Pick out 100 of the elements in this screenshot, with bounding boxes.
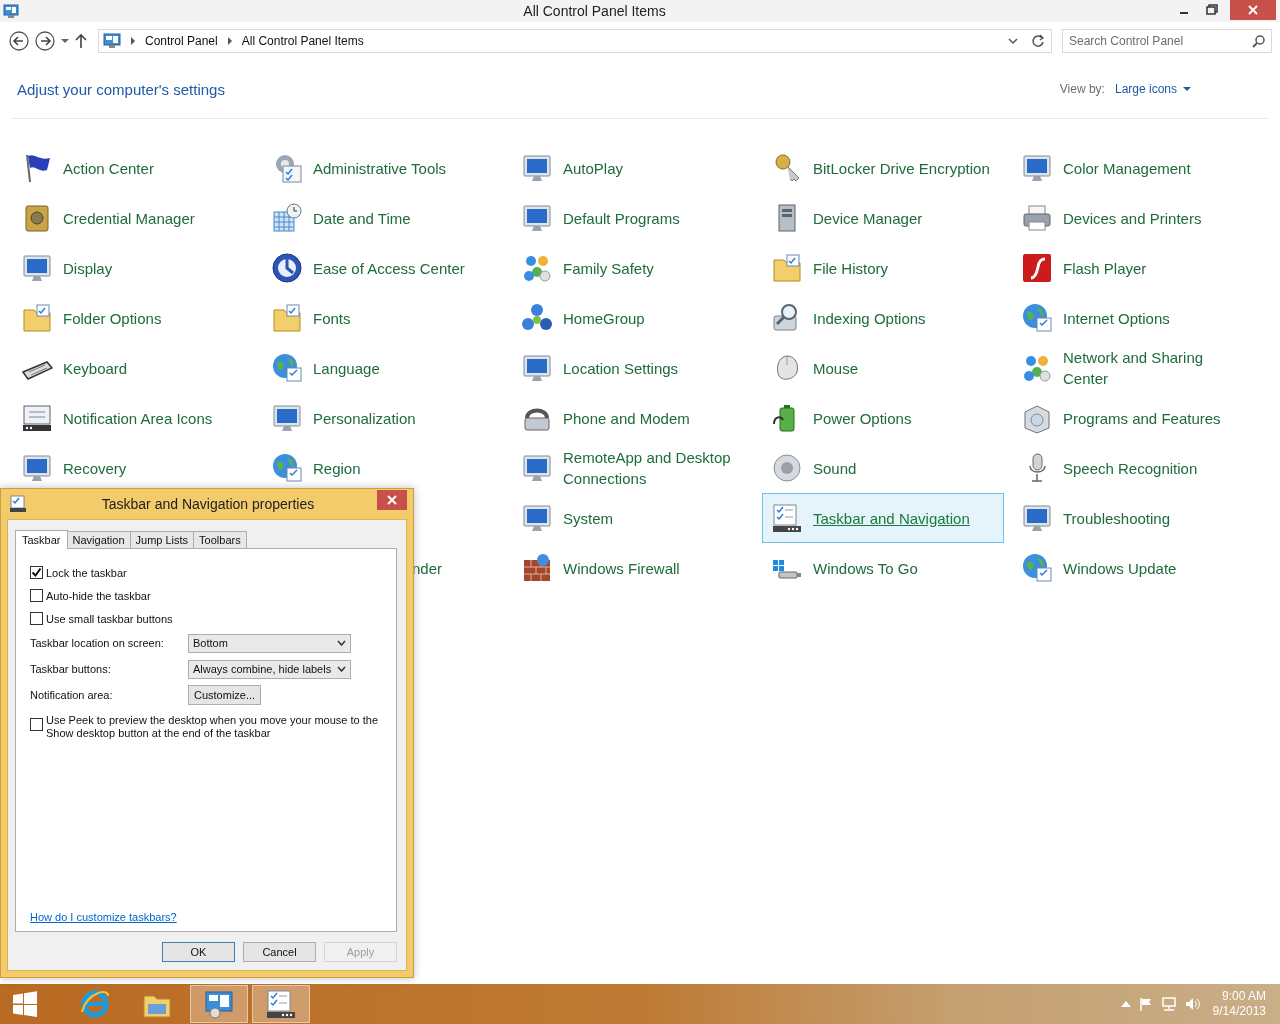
control-panel-item[interactable]: Network and Sharing Center [1012,343,1254,393]
caret-icon [337,640,346,646]
monitor-icon [521,502,553,534]
search-field[interactable]: Search Control Panel [1062,29,1272,53]
monitor-icon [521,452,553,484]
control-panel-item[interactable]: Action Center [12,143,254,193]
control-panel-item[interactable]: Location Settings [512,343,754,393]
tab[interactable]: Taskbar [15,530,68,549]
control-panel-item[interactable]: AutoPlay [512,143,754,193]
globe-icon [271,352,303,384]
calendar-icon [271,202,303,234]
folder-icon [271,302,303,334]
control-panel-item[interactable]: Indexing Options [762,293,1004,343]
chevron-icon [225,36,234,46]
control-panel-item[interactable]: Internet Options [1012,293,1254,343]
control-panel-icon [3,4,19,18]
control-panel-item[interactable]: Windows Firewall [512,543,754,593]
taskbar-button[interactable] [252,985,310,1023]
tab[interactable]: Navigation [66,531,131,548]
checkbox-label: Auto-hide the taskbar [46,589,151,602]
dialog-button[interactable]: OK [162,942,235,962]
breadcrumb[interactable]: All Control Panel Items [241,34,364,48]
search-icon[interactable] [1252,34,1266,48]
checkbox-label: Use Peek to preview the desktop when you move your mouse to the Show desktop button at the end of the taskbar [46,714,379,740]
breadcrumb[interactable]: Control Panel [145,34,218,48]
checked-checkbox[interactable] [30,566,43,579]
customize-button[interactable]: Customize... [188,685,262,705]
control-panel-item[interactable]: Ease of Access Center [262,243,504,293]
control-panel-item[interactable]: Flash Player [1012,243,1254,293]
control-panel-item[interactable]: Default Programs [512,193,754,243]
checkbox[interactable] [30,612,43,625]
view-by-dropdown[interactable]: Large icons [1114,82,1177,96]
control-panel-item[interactable]: Folder Options [12,293,254,343]
control-panel-item[interactable]: Language [262,343,504,393]
dropdown[interactable]: Bottom [188,633,351,653]
control-panel-item[interactable]: Recovery [12,443,254,493]
control-panel-item[interactable]: Fonts [262,293,504,343]
monitor-icon [521,202,553,234]
control-panel-item[interactable]: Notification Area Icons [12,393,254,443]
control-panel-item[interactable]: Display [12,243,254,293]
control-panel-item[interactable]: Mouse [762,343,1004,393]
chevron-icon [129,36,137,46]
control-panel-item[interactable]: Device Manager [762,193,1004,243]
forward-icon[interactable] [34,30,56,52]
checkbox-label: Lock the taskbar [46,566,127,579]
control-panel-item[interactable]: Programs and Features [1012,393,1254,443]
control-panel-item[interactable]: Devices and Printers [1012,193,1254,243]
checkbox[interactable] [30,718,43,731]
monitor-icon [21,252,53,284]
setting-label: Taskbar location on screen: [30,637,165,649]
control-panel-item[interactable]: Sound [762,443,1004,493]
control-panel-icon [103,33,121,49]
control-panel-item[interactable]: Region [262,443,504,493]
control-panel-item[interactable]: Personalization [262,393,504,443]
control-panel-item[interactable]: Troubleshooting [1012,493,1254,543]
control-panel-item[interactable]: Keyboard [12,343,254,393]
view-by-label: View by: [1059,82,1105,96]
control-panel-item[interactable]: RemoteApp and Desktop Connections [512,443,754,493]
dialog-button[interactable]: Cancel [243,942,316,962]
control-panel-item[interactable]: Administrative Tools [262,143,504,193]
close-icon[interactable] [1230,0,1276,20]
monitor-icon [1021,502,1053,534]
back-icon[interactable] [8,30,30,52]
globe-icon [1021,552,1053,584]
tab[interactable]: Toolbars [193,531,247,548]
control-panel-item[interactable]: Windows Update [1012,543,1254,593]
taskbar-button[interactable] [190,985,248,1023]
page-heading: Adjust your computer's settings [17,80,225,98]
control-panel-item[interactable]: Credential Manager [12,193,254,243]
monitor-icon [21,402,53,434]
control-panel-item[interactable]: BitLocker Drive Encryption [762,143,1004,193]
control-panel-item[interactable]: Power Options [762,393,1004,443]
setting-label: Notification area: [30,689,114,701]
control-panel-item[interactable]: HomeGroup [512,293,754,343]
globe-icon [1021,302,1053,334]
close-icon[interactable] [377,490,407,510]
control-panel-item[interactable]: File History [762,243,1004,293]
checkbox[interactable] [30,589,43,602]
monitor-icon [1021,152,1053,184]
control-panel-item[interactable]: Date and Time [262,193,504,243]
control-panel-item[interactable]: System [512,493,754,543]
windows-logo-icon[interactable] [12,991,38,1017]
dropdown[interactable]: Always combine, hide labels [188,659,351,679]
control-panel-item[interactable]: Family Safety [512,243,754,293]
control-panel-item[interactable]: Windows To Go [762,543,1004,593]
control-panel-icon [203,988,235,1020]
monitor-icon [521,152,553,184]
address-field[interactable]: Control Panel All Control Panel Items [98,29,1052,53]
window-title: All Control Panel Items [522,3,667,19]
help-link[interactable]: How do I customize taskbars? [30,911,177,923]
control-panel-item[interactable]: Speech Recognition [1012,443,1254,493]
tab[interactable]: Jump Lists [129,531,195,548]
dialog-title: Taskbar and Navigation properties [100,496,316,512]
control-panel-item[interactable]: Taskbar and Navigation [762,493,1004,543]
caret-icon[interactable] [1183,86,1191,92]
control-panel-item[interactable]: Phone and Modem [512,393,754,443]
refresh-icon[interactable] [1031,34,1045,48]
browser-e-icon [79,988,111,1020]
monitor-icon [271,402,303,434]
control-panel-item[interactable]: Color Management [1012,143,1254,193]
